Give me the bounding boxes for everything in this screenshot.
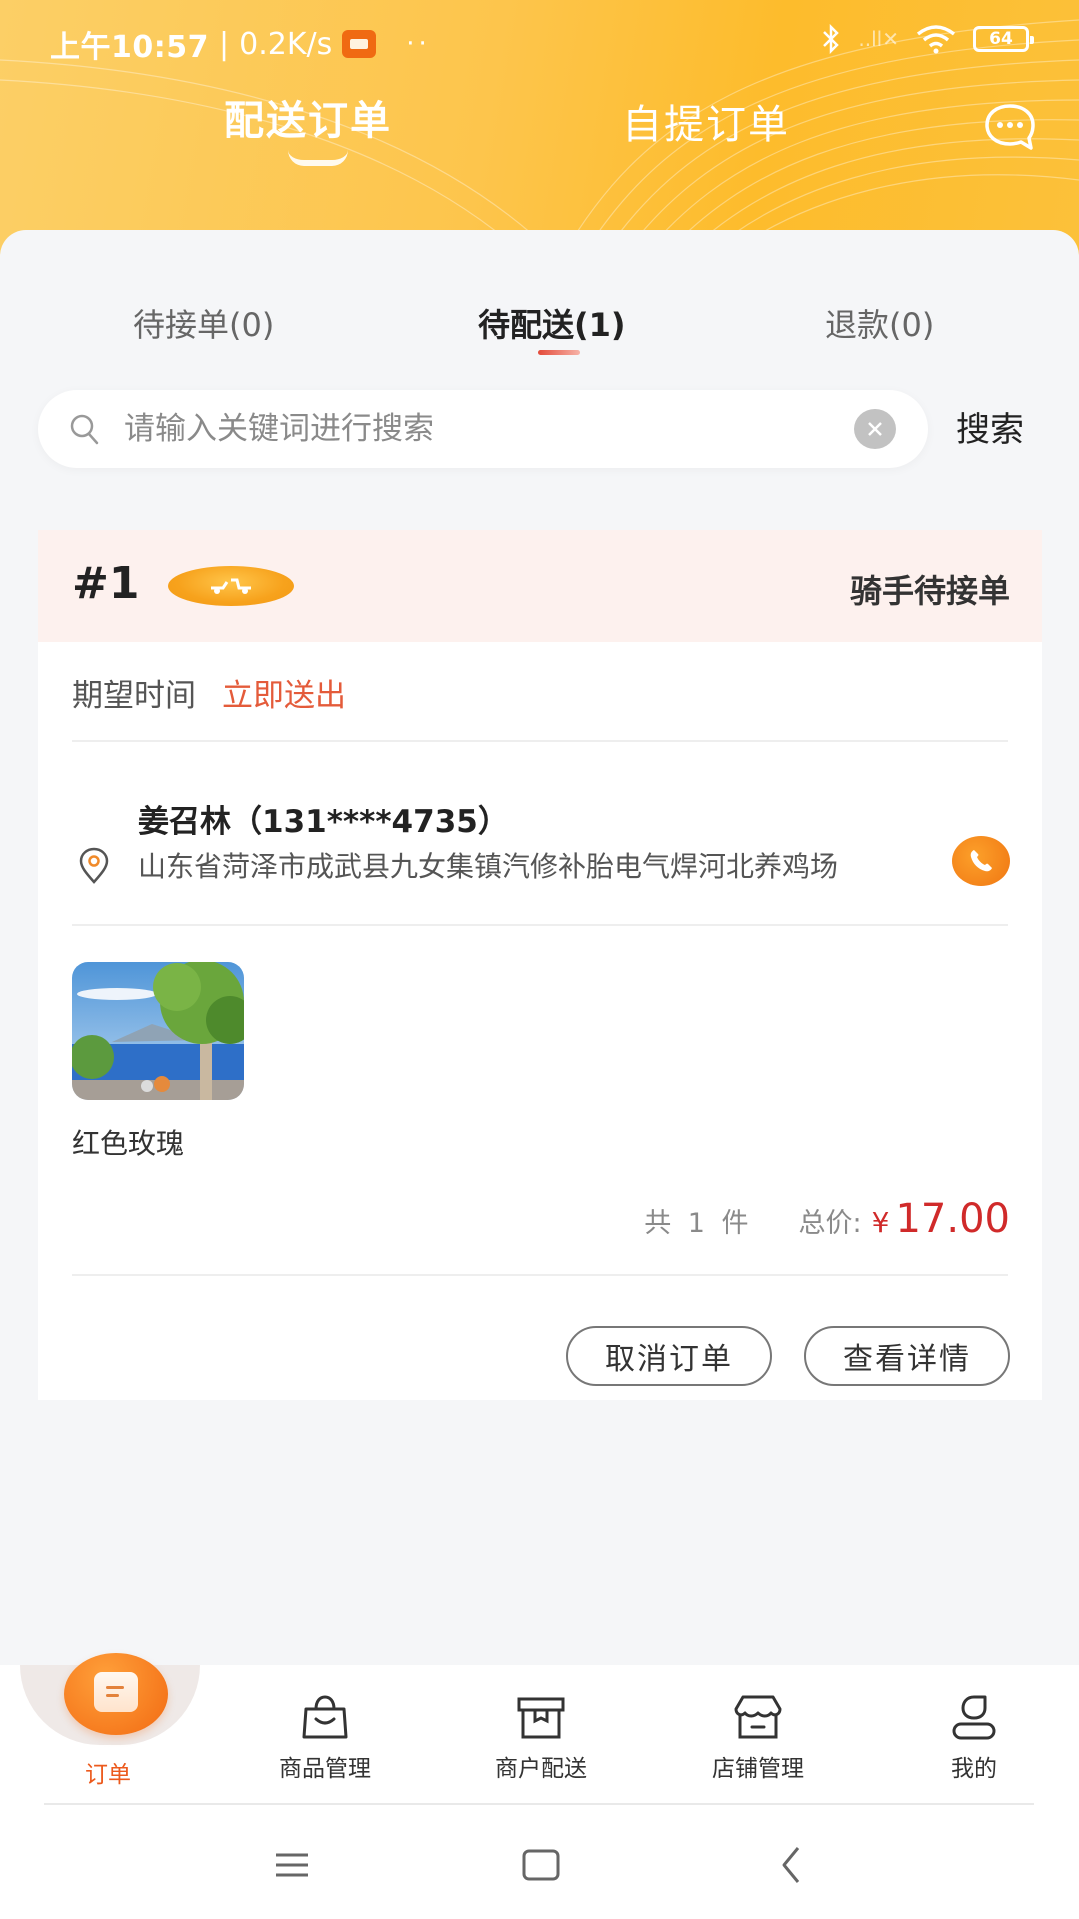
- app-notification-icon: [342, 30, 377, 58]
- nav-label: 商户配送: [495, 1756, 587, 1782]
- shopping-bag-icon: [302, 1695, 348, 1739]
- nav-label: 订单: [85, 1762, 131, 1788]
- tab-pending-accept[interactable]: 待接单(0): [133, 300, 274, 346]
- search-input[interactable]: [124, 404, 864, 454]
- nav-item-store[interactable]: 店铺管理: [658, 1665, 858, 1805]
- bluetooth-icon: [823, 24, 840, 54]
- currency-symbol: ¥: [871, 1206, 890, 1239]
- nav-label: 我的: [951, 1756, 997, 1782]
- nav-item-goods[interactable]: 商品管理: [225, 1665, 425, 1805]
- nav-label: 店铺管理: [712, 1756, 804, 1782]
- tab-delivery-orders[interactable]: 配送订单: [224, 88, 392, 146]
- order-card-header: #1 骑手待接单: [38, 530, 1042, 642]
- status-net-speed: 0.2K/s: [239, 26, 333, 62]
- more-notifications-icon: ··: [406, 29, 431, 59]
- divider: [72, 740, 1008, 742]
- order-icon: [64, 1653, 168, 1735]
- nav-item-merchant-delivery[interactable]: 商户配送: [441, 1665, 641, 1805]
- goods-name: 红色玫瑰: [72, 1127, 185, 1160]
- location-pin-icon: [79, 847, 109, 884]
- store-icon: [734, 1695, 782, 1739]
- nav-item-orders[interactable]: 订单: [8, 1653, 208, 1805]
- total-label: 总价:: [798, 1208, 862, 1239]
- search-icon: [70, 414, 99, 445]
- back-icon[interactable]: [772, 1845, 812, 1885]
- system-navigation-bar: [0, 1805, 1079, 1919]
- order-summary: 共 1 件 总价: ¥ 17.00: [644, 1196, 1010, 1242]
- order-number: #1: [72, 558, 140, 609]
- rider-status: 骑手待接单: [849, 572, 1010, 610]
- divider: [72, 1274, 1008, 1276]
- search-button[interactable]: 搜索: [956, 402, 1024, 451]
- divider: [72, 924, 1008, 926]
- wifi-icon: [916, 25, 956, 54]
- nav-item-mine[interactable]: 我的: [874, 1665, 1074, 1805]
- status-bar: 上午10:57 | 0.2K/s ·· ..ll✕ 64: [0, 0, 1079, 80]
- view-detail-button[interactable]: 查看详情: [804, 1326, 1010, 1386]
- phone-call-icon[interactable]: [952, 836, 1010, 886]
- search-bar: 搜索: [38, 390, 1048, 470]
- tab-pickup-orders[interactable]: 自提订单: [622, 92, 790, 150]
- box-icon: [517, 1697, 565, 1739]
- battery-icon: 64: [973, 26, 1034, 52]
- search-box: [38, 390, 928, 468]
- tab-refund[interactable]: 退款(0): [825, 300, 934, 346]
- clear-search-icon[interactable]: [854, 409, 896, 449]
- customer-name-phone: 姜召林（131****4735）: [138, 804, 509, 840]
- order-type-tabs: 配送订单 自提订单: [0, 88, 1079, 168]
- tab-pending-delivery[interactable]: 待配送(1): [478, 300, 626, 346]
- item-count: 共 1 件: [644, 1208, 753, 1239]
- goods-image[interactable]: [72, 962, 244, 1100]
- status-tab-indicator: [538, 350, 580, 355]
- status-time: 上午10:57: [50, 30, 209, 65]
- cellular-signal-icon: ..ll✕: [858, 27, 899, 51]
- scooter-icon: [168, 566, 294, 606]
- bottom-nav: 订单 商品管理 商户配送 店铺管理 我的: [0, 1653, 1079, 1805]
- header: 上午10:57 | 0.2K/s ·· ..ll✕ 64 配送订单 自提订单: [0, 0, 1079, 260]
- customer-info: 姜召林（131****4735） 山东省菏泽市成武县九女集镇汽修补胎电气焊河北养…: [38, 760, 1042, 910]
- customer-address: 山东省菏泽市成武县九女集镇汽修补胎电气焊河北养鸡场: [138, 850, 839, 883]
- status-separator: |: [219, 26, 230, 62]
- order-card: #1 骑手待接单 期望时间 立即送出 姜召林（131****4735） 山东省菏泽…: [38, 530, 1042, 1400]
- menu-icon[interactable]: [272, 1845, 312, 1885]
- expected-time-value: 立即送出: [222, 678, 346, 714]
- expected-time-label: 期望时间: [72, 678, 196, 714]
- main-panel: 待接单(0) 待配送(1) 退款(0) 搜索 #1: [0, 230, 1079, 1670]
- user-icon: [952, 1695, 996, 1740]
- active-tab-indicator: [288, 150, 348, 166]
- expected-time-row: 期望时间 立即送出: [72, 670, 346, 715]
- chat-bubble-icon[interactable]: [983, 102, 1037, 152]
- home-icon[interactable]: [521, 1845, 561, 1885]
- total-amount: 17.00: [895, 1196, 1010, 1242]
- cancel-order-button[interactable]: 取消订单: [566, 1326, 772, 1386]
- order-actions: 取消订单 查看详情: [566, 1326, 1010, 1386]
- nav-label: 商品管理: [279, 1756, 371, 1782]
